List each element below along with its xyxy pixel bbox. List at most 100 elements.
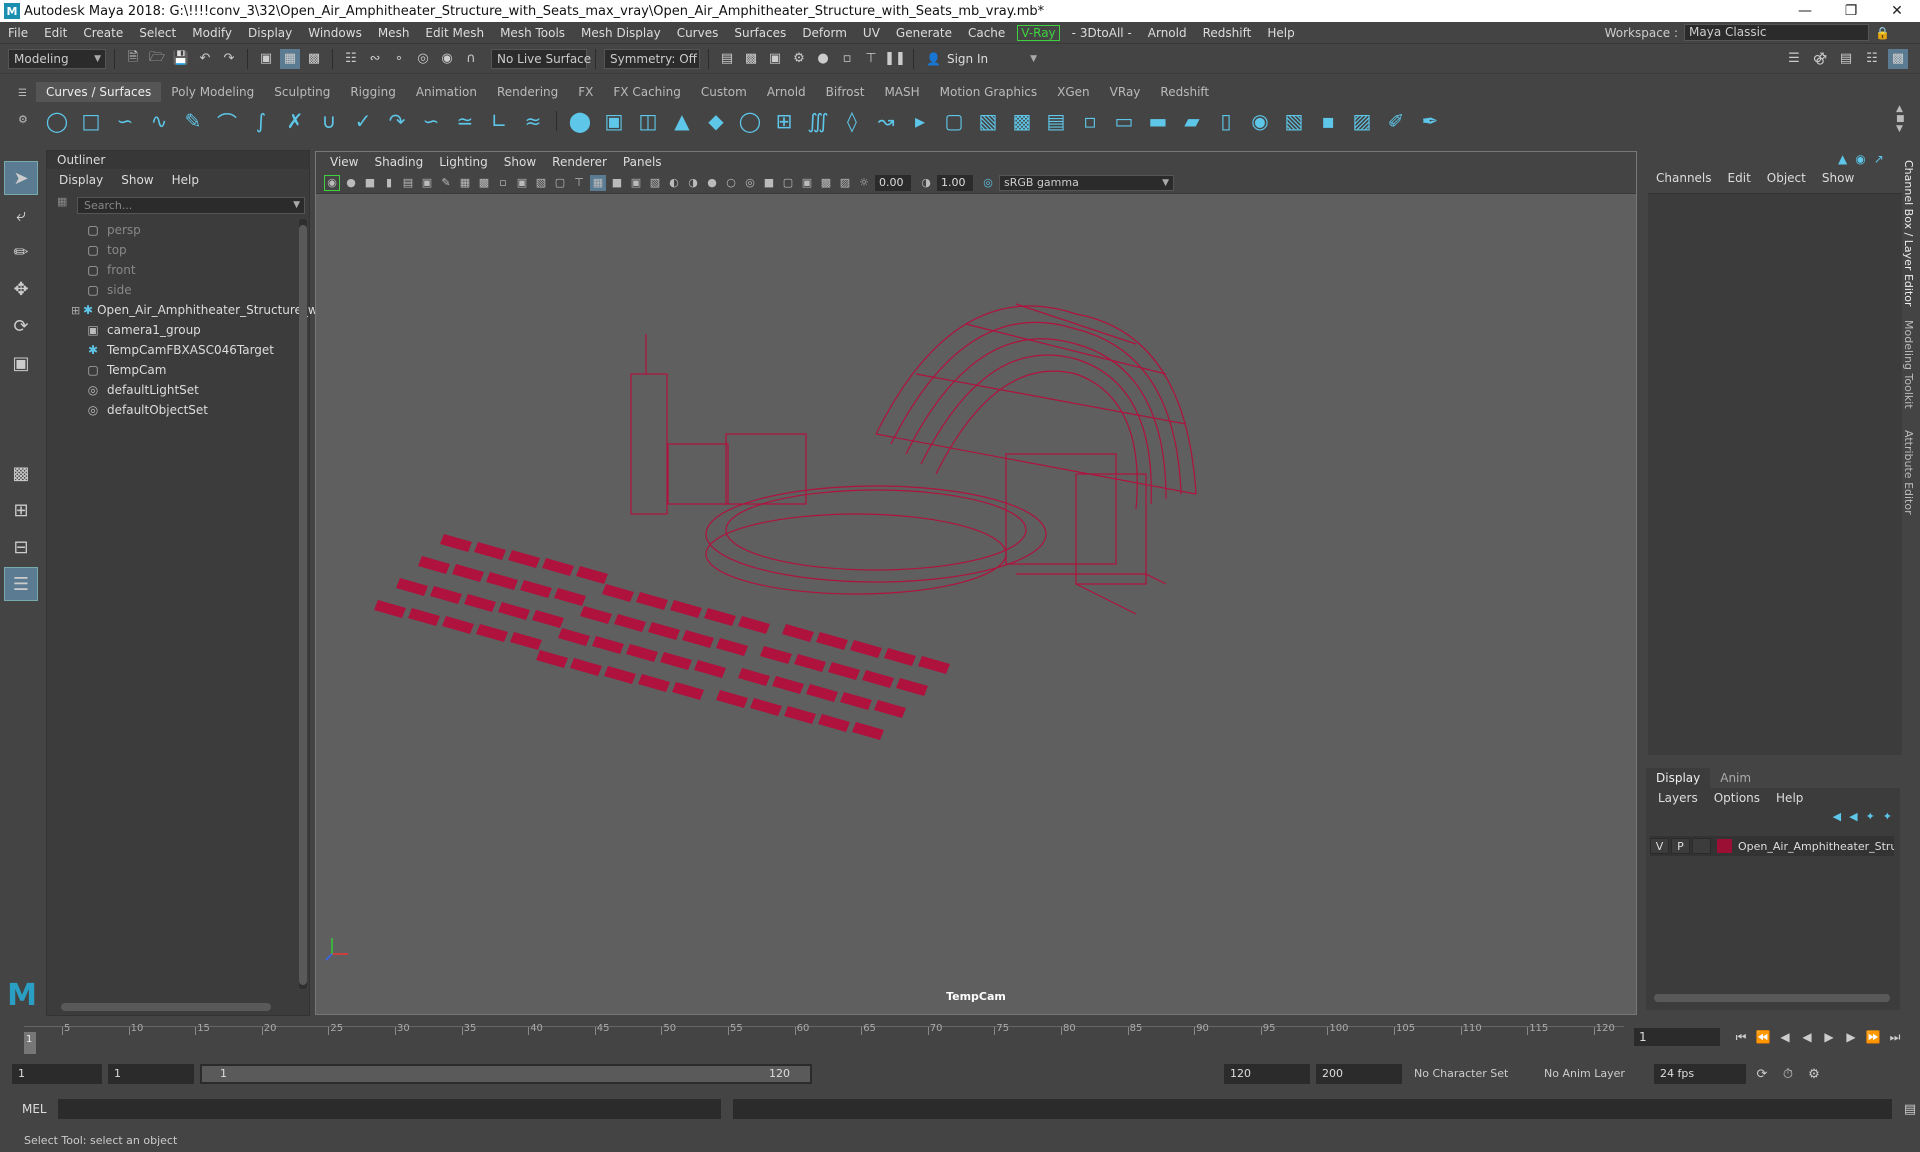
tab-bifrost[interactable]: Bifrost xyxy=(816,82,875,102)
nurbs-plane-icon[interactable]: ◆ xyxy=(701,106,731,136)
tab-curves-surfaces[interactable]: Curves / Surfaces xyxy=(36,82,162,102)
outliner-horizontal-scrollbar[interactable] xyxy=(61,1003,271,1011)
outliner-menu-show[interactable]: Show xyxy=(121,173,153,187)
viewport-menu-show[interactable]: Show xyxy=(496,155,544,169)
arc-tool-icon[interactable]: ⌒ xyxy=(212,106,242,136)
tool-settings-icon[interactable]: ☷ xyxy=(1862,49,1882,69)
shadows-icon[interactable]: ◑ xyxy=(685,175,701,191)
channel-box-menu-show[interactable]: Show xyxy=(1814,171,1862,185)
outliner-item-tempcam-target[interactable]: ✱ TempCamFBXASC046Target xyxy=(47,340,309,360)
viewport-menu-view[interactable]: View xyxy=(322,155,366,169)
rebuild-surface-icon[interactable]: ▨ xyxy=(1347,106,1377,136)
loft-icon[interactable]: ∭ xyxy=(803,106,833,136)
add-points-icon[interactable]: ∟ xyxy=(484,106,514,136)
render-view-icon[interactable]: ▤ xyxy=(717,49,737,69)
filter-icon[interactable]: ▦ xyxy=(57,195,67,208)
shelf-scroll-arrows[interactable]: ▲ ■ ▼ xyxy=(1896,104,1905,134)
maximize-button[interactable]: ❐ xyxy=(1828,0,1874,22)
use-all-lights-icon[interactable]: ◐ xyxy=(666,175,682,191)
menu-mesh[interactable]: Mesh xyxy=(370,22,418,44)
single-perspective-view-icon[interactable]: ▩ xyxy=(4,456,38,490)
playback-end-field[interactable]: 120 xyxy=(1224,1064,1310,1084)
nurbs-square-icon[interactable]: □ xyxy=(76,106,106,136)
snap-view-icon[interactable]: ◎ xyxy=(413,49,433,69)
character-set-dropdown[interactable]: No Character Set xyxy=(1408,1064,1532,1084)
grease-pencil-icon[interactable]: ✎ xyxy=(438,175,454,191)
extend-curve-icon[interactable]: ↷ xyxy=(382,106,412,136)
menu-help[interactable]: Help xyxy=(1259,22,1302,44)
script-editor-icon[interactable]: ▤ xyxy=(1900,1099,1920,1119)
tab-fx-caching[interactable]: FX Caching xyxy=(603,82,690,102)
move-tool-icon[interactable]: ✥ xyxy=(4,272,38,306)
menu-file[interactable]: File xyxy=(0,22,36,44)
tab-custom[interactable]: Custom xyxy=(691,82,757,102)
show-channel-box-icon[interactable]: ▲ xyxy=(1838,152,1847,166)
undo-icon[interactable]: ↶ xyxy=(195,49,215,69)
anim-layer-dropdown[interactable]: No Anim Layer xyxy=(1538,1064,1648,1084)
menu-uv[interactable]: UV xyxy=(855,22,888,44)
intersect-icon[interactable]: ▫ xyxy=(1075,106,1105,136)
preferences-icon[interactable]: ⚙ xyxy=(1804,1064,1824,1084)
wireframe-on-shaded-icon[interactable]: ▣ xyxy=(628,175,644,191)
render-settings-icon[interactable]: ⚙ xyxy=(789,49,809,69)
snap-surface-icon[interactable]: ◉ xyxy=(437,49,457,69)
bezier-curve-icon[interactable]: ∫ xyxy=(246,106,276,136)
gear-icon[interactable]: ⚙ xyxy=(18,113,30,126)
sculpt-tool-icon[interactable]: ✐ xyxy=(1381,106,1411,136)
workspace-dropdown[interactable]: Maya Classic xyxy=(1684,24,1870,41)
depth-of-field-icon[interactable]: ■ xyxy=(761,175,777,191)
play-backward-icon[interactable]: ◀ xyxy=(1798,1028,1816,1046)
planar-icon[interactable]: ◊ xyxy=(837,106,867,136)
trim-tool-icon[interactable]: ▭ xyxy=(1109,106,1139,136)
tab-rigging[interactable]: Rigging xyxy=(340,82,405,102)
xray-icon[interactable]: ▣ xyxy=(799,175,815,191)
move-layer-up-icon[interactable]: ◀ xyxy=(1833,810,1841,823)
loop-icon[interactable]: ⟳ xyxy=(1752,1064,1772,1084)
live-surface-field[interactable]: No Live Surface xyxy=(491,48,591,69)
time-slider[interactable]: 5 10 15 20 25 30 35 40 45 50 55 60 65 70 75 80 85 90 95 100… xyxy=(10,1020,1630,1054)
four-view-layout-icon[interactable]: ⊞ xyxy=(4,493,38,527)
mode-dropdown[interactable]: Modeling ▼ xyxy=(8,48,106,69)
nurbs-circle-icon[interactable]: ◯ xyxy=(42,106,72,136)
resolution-gate-icon[interactable]: ▫ xyxy=(495,175,511,191)
expand-icon[interactable]: ⊞ xyxy=(71,304,80,317)
ipr-render-icon[interactable]: ▣ xyxy=(765,49,785,69)
menu-deform[interactable]: Deform xyxy=(794,22,855,44)
backface-culling-icon[interactable]: ▨ xyxy=(837,175,853,191)
menu-select[interactable]: Select xyxy=(131,22,184,44)
channel-box-icon[interactable]: ▩ xyxy=(1888,48,1908,69)
character-controls-icon[interactable]: ⚣ xyxy=(1810,49,1830,69)
minimize-button[interactable]: — xyxy=(1782,0,1828,22)
viewport-scene[interactable] xyxy=(316,194,1636,1014)
move-layer-down-icon[interactable]: ◀ xyxy=(1849,810,1857,823)
cv-curve-icon[interactable]: ∽ xyxy=(110,106,140,136)
open-scene-icon[interactable]: 🗁 xyxy=(147,49,167,69)
tab-vray[interactable]: VRay xyxy=(1100,82,1151,102)
untrim-icon[interactable]: ▬ xyxy=(1143,106,1173,136)
tab-sculpting[interactable]: Sculpting xyxy=(264,82,340,102)
tab-xgen[interactable]: XGen xyxy=(1047,82,1100,102)
close-button[interactable]: ✕ xyxy=(1874,0,1920,22)
tab-poly-modeling[interactable]: Poly Modeling xyxy=(161,82,264,102)
birail-icon[interactable]: ▸ xyxy=(905,106,935,136)
outliner-item-persp[interactable]: ▢ persp xyxy=(47,220,309,240)
safe-title-icon[interactable]: ⊤ xyxy=(571,175,587,191)
outliner-item-amphitheater[interactable]: ⊞ ✱ Open_Air_Amphitheater_Structure_w xyxy=(47,300,318,320)
channel-box-menu-channels[interactable]: Channels xyxy=(1648,171,1720,185)
range-slider-fill[interactable] xyxy=(202,1066,810,1082)
menu-arnold[interactable]: Arnold xyxy=(1140,22,1195,44)
extrude-icon[interactable]: ↝ xyxy=(871,106,901,136)
open-close-surface-icon[interactable]: ◉ xyxy=(1245,106,1275,136)
current-frame-field[interactable]: 1 xyxy=(1634,1028,1720,1046)
layer-display-type-toggle[interactable] xyxy=(1691,838,1711,854)
extend-surface-icon[interactable]: ▪ xyxy=(1313,106,1343,136)
nurbs-cylinder-icon[interactable]: ◫ xyxy=(633,106,663,136)
layer-menu-options[interactable]: Options xyxy=(1706,791,1768,805)
grid-icon[interactable]: ▦ xyxy=(457,175,473,191)
play-forward-icon[interactable]: ▶ xyxy=(1820,1028,1838,1046)
surface-editing-icon[interactable]: ✒ xyxy=(1415,106,1445,136)
channel-box-menu-object[interactable]: Object xyxy=(1759,171,1814,185)
outliner-item-camera1-group[interactable]: ▣ camera1_group xyxy=(47,320,309,340)
attach-surfaces-icon[interactable]: ▰ xyxy=(1177,106,1207,136)
chevron-down-icon[interactable]: ▼ xyxy=(293,198,300,213)
